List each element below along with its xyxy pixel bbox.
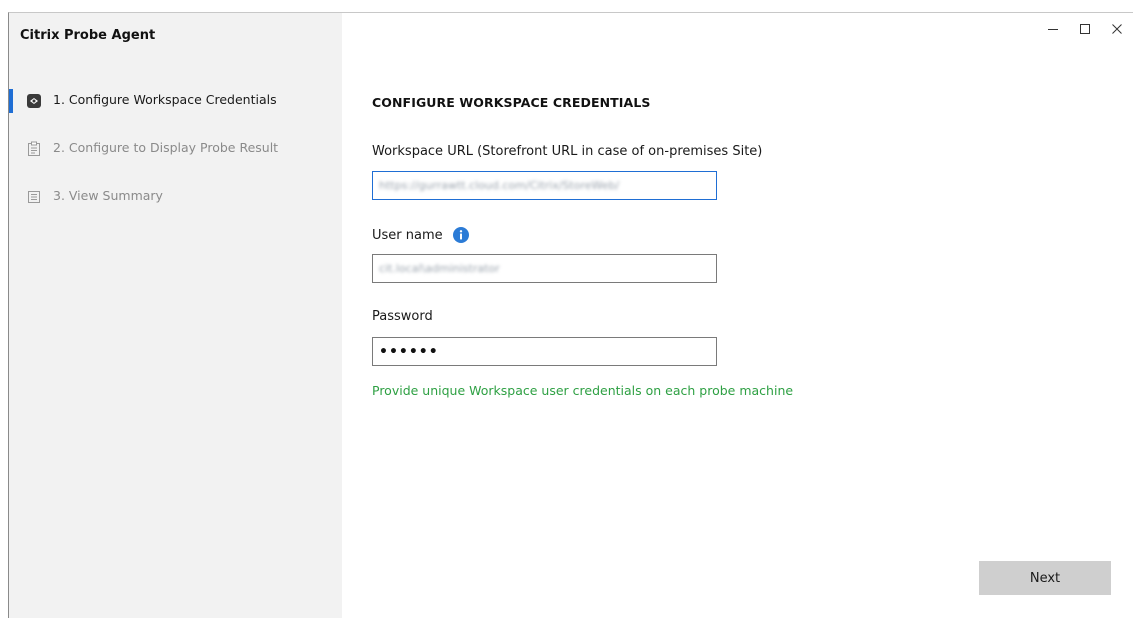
workspace-url-input[interactable]: https://gurrawtt.cloud.com/Citrix/StoreW… bbox=[372, 171, 717, 200]
step-configure-credentials[interactable]: 1. Configure Workspace Credentials bbox=[9, 89, 342, 113]
clipboard-icon bbox=[26, 141, 42, 157]
workspace-url-value: https://gurrawtt.cloud.com/Citrix/StoreW… bbox=[379, 179, 620, 192]
step-configure-display[interactable]: 2. Configure to Display Probe Result bbox=[9, 137, 342, 161]
sidebar: Citrix Probe Agent 1. Configure Workspac… bbox=[9, 13, 342, 618]
password-label: Password bbox=[372, 309, 433, 324]
credentials-hint: Provide unique Workspace user credential… bbox=[372, 383, 794, 398]
step-indicator bbox=[9, 185, 13, 209]
credentials-icon bbox=[26, 93, 42, 109]
info-icon[interactable] bbox=[452, 227, 469, 243]
workspace-url-label: Workspace URL (Storefront URL in case of… bbox=[372, 144, 763, 159]
step-label: 1. Configure Workspace Credentials bbox=[53, 92, 277, 107]
username-label-row: User name bbox=[372, 227, 469, 243]
section-heading: CONFIGURE WORKSPACE CREDENTIALS bbox=[372, 95, 651, 110]
step-indicator bbox=[9, 137, 13, 161]
app-window: Citrix Probe Agent 1. Configure Workspac… bbox=[8, 12, 1133, 618]
username-label: User name bbox=[372, 227, 443, 243]
username-input[interactable]: cit.local\administrator bbox=[372, 254, 717, 283]
next-button[interactable]: Next bbox=[979, 561, 1111, 595]
step-label: 3. View Summary bbox=[53, 188, 163, 203]
password-value: •••••• bbox=[379, 343, 439, 360]
active-step-indicator bbox=[9, 89, 13, 113]
step-view-summary[interactable]: 3. View Summary bbox=[9, 185, 342, 209]
username-value: cit.local\administrator bbox=[379, 262, 500, 275]
app-title: Citrix Probe Agent bbox=[20, 28, 156, 43]
main-panel: CONFIGURE WORKSPACE CREDENTIALS Workspac… bbox=[342, 13, 1133, 618]
summary-icon bbox=[26, 189, 42, 205]
password-input[interactable]: •••••• bbox=[372, 337, 717, 366]
step-label: 2. Configure to Display Probe Result bbox=[53, 140, 279, 155]
